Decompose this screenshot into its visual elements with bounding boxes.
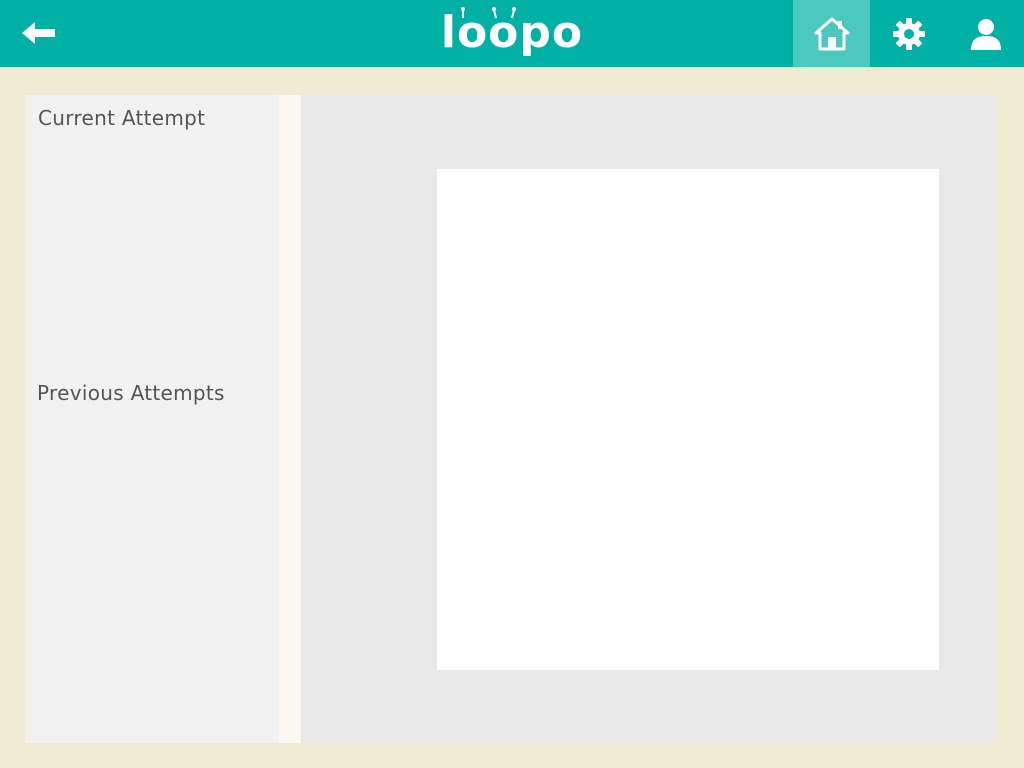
attempts-sidebar: Current Attempt Previous Attempts	[25, 95, 279, 743]
back-button[interactable]	[14, 12, 64, 54]
previous-attempts-label: Previous Attempts	[37, 381, 225, 405]
sidebar-divider	[279, 95, 301, 743]
gear-icon	[892, 17, 925, 50]
home-button[interactable]	[793, 0, 870, 67]
workspace	[301, 95, 997, 743]
logo-text: loopo	[440, 7, 584, 58]
user-icon	[970, 18, 1001, 50]
settings-button[interactable]	[870, 0, 947, 67]
user-button[interactable]	[947, 0, 1024, 67]
top-bar: loopo	[0, 0, 1024, 67]
home-icon	[814, 17, 849, 50]
app-logo: loopo	[432, 4, 592, 62]
main-panel: Current Attempt Previous Attempts	[25, 95, 997, 743]
current-attempt-label: Current Attempt	[38, 106, 206, 130]
back-arrow-icon	[22, 22, 55, 44]
drawing-canvas[interactable]	[437, 169, 939, 670]
